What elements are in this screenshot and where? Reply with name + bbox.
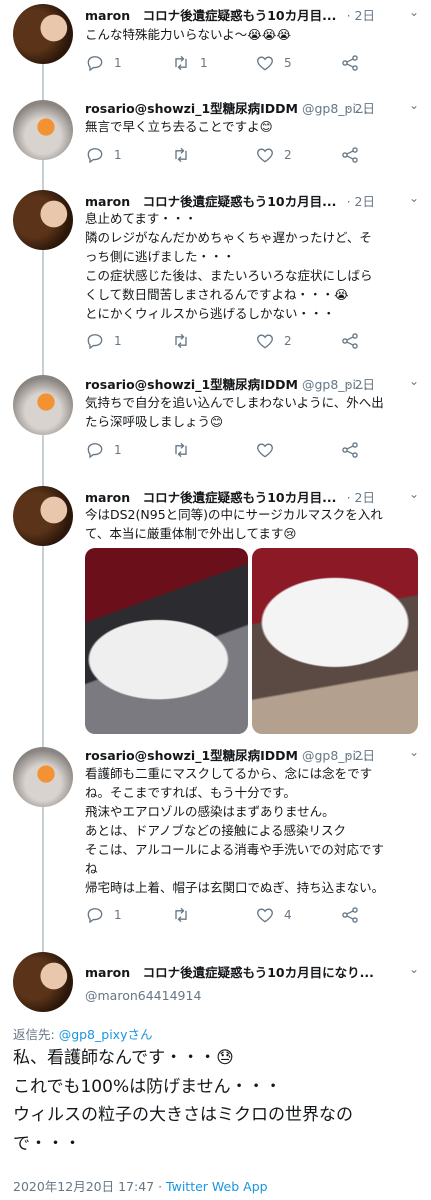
avatar[interactable] bbox=[13, 4, 73, 64]
like-button[interactable]: 2 bbox=[255, 331, 292, 351]
like-count: 4 bbox=[284, 908, 292, 922]
chevron-down-icon[interactable]: ⌄ bbox=[409, 745, 419, 759]
author-name[interactable]: rosario@showzi_1型糖尿病IDDM bbox=[85, 377, 298, 392]
avatar[interactable] bbox=[13, 952, 73, 1012]
share-icon bbox=[342, 333, 358, 349]
avatar[interactable] bbox=[13, 375, 73, 435]
reply-icon bbox=[87, 334, 103, 350]
avatar[interactable] bbox=[13, 747, 73, 807]
share-icon bbox=[342, 55, 358, 71]
heart-icon bbox=[257, 56, 273, 71]
chevron-down-icon[interactable]: ⌄ bbox=[409, 98, 419, 112]
chevron-down-icon[interactable]: ⌄ bbox=[409, 191, 419, 205]
tweet-date[interactable]: · 2日 bbox=[347, 487, 375, 506]
like-button[interactable] bbox=[255, 440, 284, 460]
retweet-icon bbox=[175, 55, 187, 71]
retweet-icon bbox=[175, 147, 187, 163]
heart-icon bbox=[257, 443, 273, 458]
like-button[interactable]: 4 bbox=[255, 905, 292, 925]
tweet-timestamp[interactable]: 2020年12月20日 17:47 · bbox=[13, 1179, 166, 1194]
like-button[interactable]: 5 bbox=[255, 53, 292, 73]
retweet-icon bbox=[175, 333, 187, 349]
avatar[interactable] bbox=[13, 486, 73, 546]
tweet-date[interactable]: · 2日 bbox=[347, 98, 375, 117]
like-button[interactable]: 2 bbox=[255, 145, 292, 165]
reply-count: 1 bbox=[114, 908, 122, 922]
source-app-link[interactable]: Twitter Web App bbox=[166, 1179, 268, 1194]
like-count: 2 bbox=[284, 334, 292, 348]
tweet-text: 気持ちで自分を追い込んでしまわないように、外へ出 たら深呼吸しましょう😊 bbox=[85, 395, 384, 429]
reply-button[interactable]: 1 bbox=[85, 145, 122, 165]
reply-button[interactable]: 1 bbox=[85, 440, 122, 460]
tweet-text: 無言で早く立ち去ることですよ😊 bbox=[85, 119, 273, 134]
avatar[interactable] bbox=[13, 190, 73, 250]
share-button[interactable] bbox=[340, 331, 360, 351]
retweet-button[interactable] bbox=[171, 440, 200, 460]
tweet-text: 息止めてます・・・ 隣のレジがなんだかめちゃくちゃ遅かったけど、そ っち側に逃げ… bbox=[85, 211, 373, 321]
retweet-count: 1 bbox=[200, 56, 208, 70]
tweet-date[interactable]: · 2日 bbox=[347, 191, 375, 210]
tweet-text: 看護師も二重にマスクしてるから、念には念をです ね。そこまですれば、もう十分です… bbox=[85, 766, 385, 895]
heart-icon bbox=[257, 334, 273, 349]
like-count: 5 bbox=[284, 56, 292, 70]
share-icon bbox=[342, 442, 358, 458]
reply-icon bbox=[87, 56, 103, 72]
reply-button[interactable]: 1 bbox=[85, 53, 122, 73]
reply-button[interactable]: 1 bbox=[85, 905, 122, 925]
tweet-text: 私、看護師なんです・・・😓 これでも100%は防げません・・・ ウィルスの粒子の… bbox=[13, 1048, 353, 1154]
reply-to-line: 返信先: @gp8_pixyさん bbox=[13, 1024, 152, 1043]
tweet-photo-mask-ds2[interactable] bbox=[85, 548, 248, 734]
share-button[interactable] bbox=[340, 905, 360, 925]
like-count: 2 bbox=[284, 148, 292, 162]
tweet-meta: 2020年12月20日 17:47 · Twitter Web App bbox=[13, 1176, 268, 1195]
reply-count: 1 bbox=[114, 443, 122, 457]
retweet-icon bbox=[175, 907, 187, 923]
heart-icon bbox=[257, 148, 273, 163]
tweet-date[interactable]: · 2日 bbox=[347, 374, 375, 393]
tweet-date[interactable]: · 2日 bbox=[347, 5, 375, 24]
author-name[interactable]: rosario@showzi_1型糖尿病IDDM bbox=[85, 101, 298, 116]
reply-to-label: 返信先: bbox=[13, 1027, 59, 1042]
share-icon bbox=[342, 907, 358, 923]
tweet-photo-surgical-mask[interactable] bbox=[252, 548, 418, 734]
chevron-down-icon[interactable]: ⌄ bbox=[409, 374, 419, 388]
reply-button[interactable]: 1 bbox=[85, 331, 122, 351]
reply-count: 1 bbox=[114, 334, 122, 348]
chevron-down-icon[interactable]: ⌄ bbox=[409, 487, 419, 501]
retweet-button[interactable] bbox=[171, 905, 200, 925]
reply-count: 1 bbox=[114, 148, 122, 162]
author-name[interactable]: maron コロナ後遺症疑惑もう10カ月目... bbox=[85, 194, 336, 209]
author-name[interactable]: maron コロナ後遺症疑惑もう10カ月目になり... bbox=[85, 965, 374, 980]
heart-icon bbox=[257, 908, 273, 923]
retweet-button[interactable]: 1 bbox=[171, 53, 208, 73]
avatar[interactable] bbox=[13, 100, 73, 160]
author-name[interactable]: maron コロナ後遺症疑惑もう10カ月目... bbox=[85, 8, 336, 23]
reply-icon bbox=[87, 443, 103, 459]
chevron-down-icon[interactable]: ⌄ bbox=[409, 962, 419, 976]
retweet-icon bbox=[175, 442, 187, 458]
reply-icon bbox=[87, 148, 103, 164]
share-icon bbox=[342, 147, 358, 163]
author-handle[interactable]: @maron64414914 bbox=[85, 988, 201, 1003]
tweet-date[interactable]: · 2日 bbox=[347, 745, 375, 764]
retweet-button[interactable] bbox=[171, 331, 200, 351]
reply-to-link[interactable]: @gp8_pixyさん bbox=[59, 1027, 153, 1042]
author-name[interactable]: rosario@showzi_1型糖尿病IDDM bbox=[85, 748, 298, 763]
share-button[interactable] bbox=[340, 145, 360, 165]
share-button[interactable] bbox=[340, 53, 360, 73]
retweet-button[interactable] bbox=[171, 145, 200, 165]
reply-count: 1 bbox=[114, 56, 122, 70]
author-name[interactable]: maron コロナ後遺症疑惑もう10カ月目... bbox=[85, 490, 336, 505]
share-button[interactable] bbox=[340, 440, 360, 460]
chevron-down-icon[interactable]: ⌄ bbox=[409, 5, 419, 19]
reply-icon bbox=[87, 908, 103, 924]
tweet-text: こんな特殊能力いらないよ〜😭😭😭 bbox=[85, 27, 292, 42]
tweet-text: 今はDS2(N95と同等)の中にサージカルマスクを入れ て、本当に厳重体制で外出… bbox=[85, 507, 383, 541]
